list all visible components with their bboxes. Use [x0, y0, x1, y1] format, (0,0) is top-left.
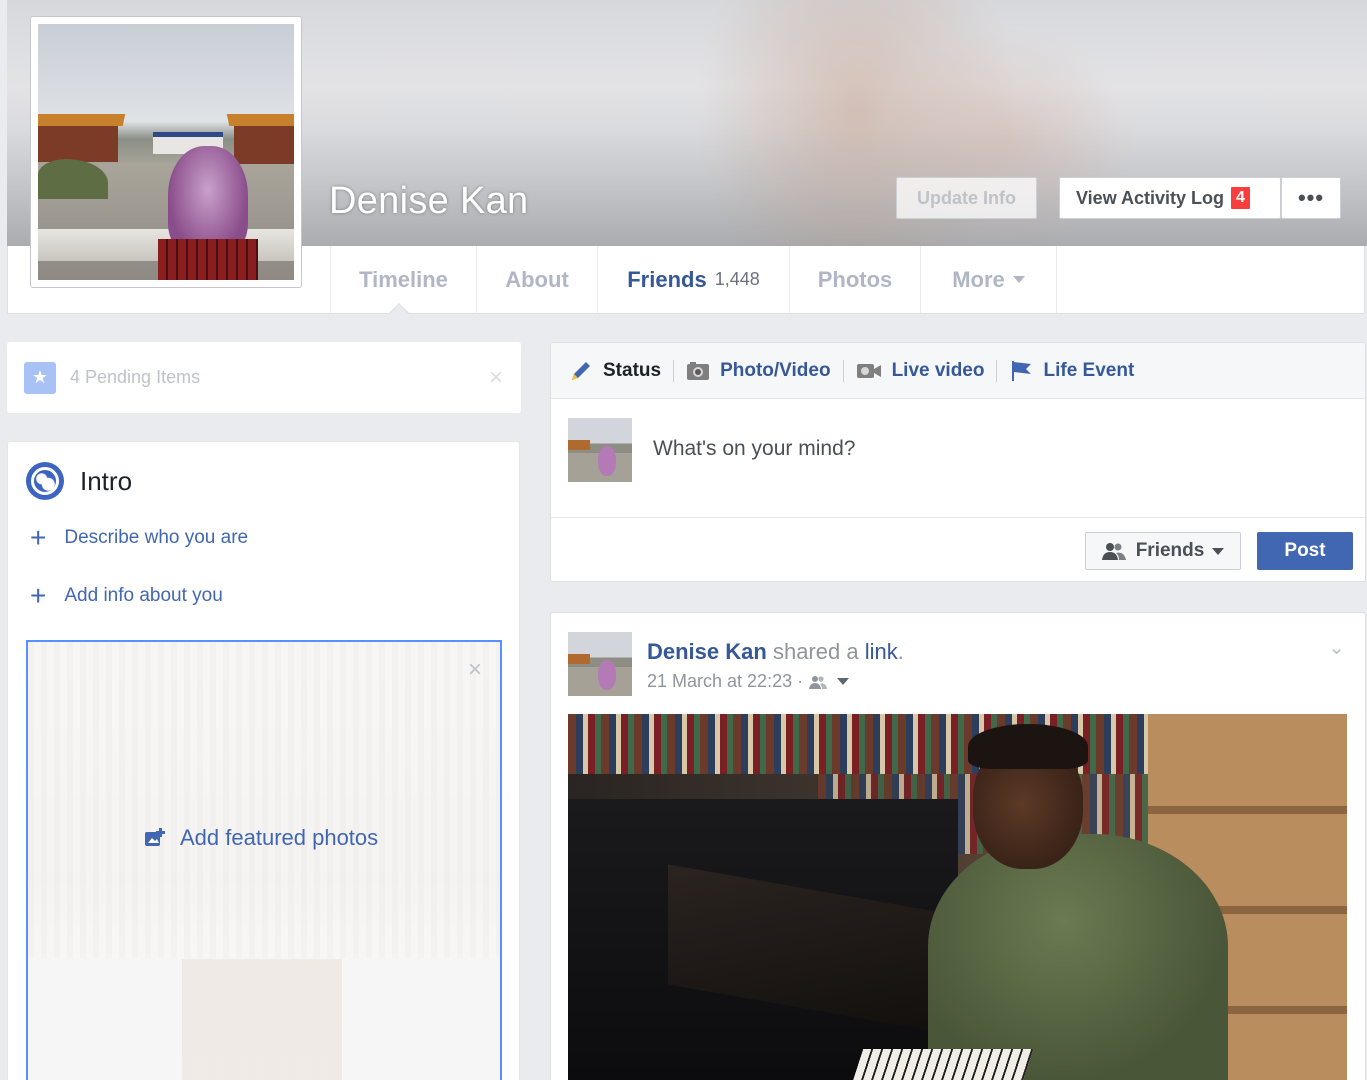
tab-about[interactable]: About — [476, 246, 597, 313]
post-meta: 21 March at 22:23 · — [647, 671, 850, 692]
view-activity-log-label: View Activity Log — [1076, 187, 1225, 208]
post-composer: Status Photo/Video Live video Life Event — [550, 342, 1366, 582]
activity-count-badge: 4 — [1230, 186, 1251, 210]
composer-tab-status[interactable]: Status — [569, 359, 686, 383]
tab-timeline-label: Timeline — [359, 266, 448, 292]
tab-about-label: About — [505, 266, 569, 292]
composer-tab-photo-video-label: Photo/Video — [720, 359, 831, 381]
composer-tab-live-video[interactable]: Live video — [856, 359, 1010, 382]
profile-picture[interactable] — [30, 16, 302, 288]
view-activity-log-button[interactable]: View Activity Log 4 — [1059, 177, 1281, 219]
post-button-label: Post — [1284, 540, 1326, 561]
update-info-label: Update Info — [917, 187, 1016, 208]
composer-tab-live-video-label: Live video — [891, 359, 985, 381]
add-info-link[interactable]: + Add info about you — [30, 582, 223, 610]
add-info-label: Add info about you — [64, 585, 223, 606]
feed-post: Denise Kan shared a link. 21 March at 22… — [550, 612, 1366, 1080]
audience-caret-icon[interactable] — [837, 678, 850, 685]
close-icon[interactable]: × — [468, 656, 482, 684]
close-icon[interactable]: × — [489, 364, 503, 392]
composer-avatar — [568, 418, 632, 482]
pencil-icon — [569, 359, 593, 383]
post-action-text: shared a — [772, 639, 859, 664]
more-options-button[interactable]: ••• — [1281, 177, 1341, 219]
tab-friends[interactable]: Friends 1,448 — [597, 246, 789, 313]
tab-friends-label: Friends — [627, 266, 707, 292]
globe-icon — [26, 462, 64, 500]
camera-icon — [686, 361, 710, 381]
ellipsis-icon: ••• — [1297, 185, 1325, 210]
pending-items-label: 4 Pending Items — [70, 367, 201, 387]
add-photo-icon — [144, 828, 166, 848]
post-link-text[interactable]: link — [865, 639, 898, 664]
composer-tab-status-label: Status — [603, 359, 662, 381]
post-period: . — [897, 639, 904, 664]
plus-icon: + — [30, 580, 47, 611]
intro-header: Intro — [26, 462, 132, 500]
post-button[interactable]: Post — [1257, 532, 1353, 570]
post-timestamp[interactable]: 21 March at 22:23 · — [647, 671, 803, 692]
composer-tab-photo-video[interactable]: Photo/Video — [686, 359, 855, 382]
add-featured-photos-button[interactable]: Add featured photos — [144, 825, 378, 851]
update-info-button[interactable]: Update Info — [896, 177, 1037, 219]
tab-timeline[interactable]: Timeline — [330, 246, 476, 313]
caret-down-icon — [1212, 547, 1225, 555]
describe-who-you-are-label: Describe who you are — [64, 527, 249, 548]
friends-audience-icon — [809, 675, 828, 689]
describe-who-you-are-link[interactable]: + Describe who you are — [30, 524, 248, 552]
profile-photo-image — [38, 24, 294, 280]
star-icon: ★ — [24, 361, 56, 394]
post-author-avatar[interactable] — [568, 632, 632, 696]
caret-down-icon — [1012, 276, 1025, 283]
pending-items-card[interactable]: ★ 4 Pending Items × — [7, 342, 521, 413]
tab-photos[interactable]: Photos — [789, 246, 920, 313]
profile-name[interactable]: Denise Kan — [329, 180, 528, 223]
flag-icon — [1009, 359, 1033, 383]
friends-icon — [1101, 542, 1126, 560]
composer-tabs: Status Photo/Video Live video Life Event — [551, 343, 1365, 399]
featured-photo-strip — [28, 959, 500, 1080]
shared-link-image[interactable] — [568, 714, 1347, 1080]
friends-count: 1,448 — [714, 269, 760, 289]
audience-label: Friends — [1135, 540, 1205, 561]
intro-title: Intro — [80, 465, 133, 496]
post-author-name[interactable]: Denise Kan — [647, 639, 767, 664]
status-input[interactable]: What's on your mind? — [653, 437, 855, 461]
composer-tab-life-event[interactable]: Life Event — [1009, 359, 1134, 383]
add-featured-photos-label: Add featured photos — [180, 825, 379, 850]
video-camera-icon — [856, 362, 882, 380]
composer-tab-life-event-label: Life Event — [1043, 359, 1135, 381]
chevron-down-icon[interactable]: ⌄ — [1328, 635, 1345, 660]
intro-card: Intro + Describe who you are + Add info … — [7, 441, 520, 1080]
plus-icon: + — [30, 522, 47, 553]
tab-more-label: More — [952, 266, 1005, 292]
featured-photos-box[interactable]: × Add featured photos — [26, 640, 502, 1080]
composer-footer: Friends Post — [551, 517, 1365, 582]
post-header: Denise Kan shared a link. — [647, 639, 904, 665]
tab-more[interactable]: More — [920, 246, 1057, 313]
tab-photos-label: Photos — [817, 266, 893, 292]
audience-selector[interactable]: Friends — [1085, 532, 1241, 570]
